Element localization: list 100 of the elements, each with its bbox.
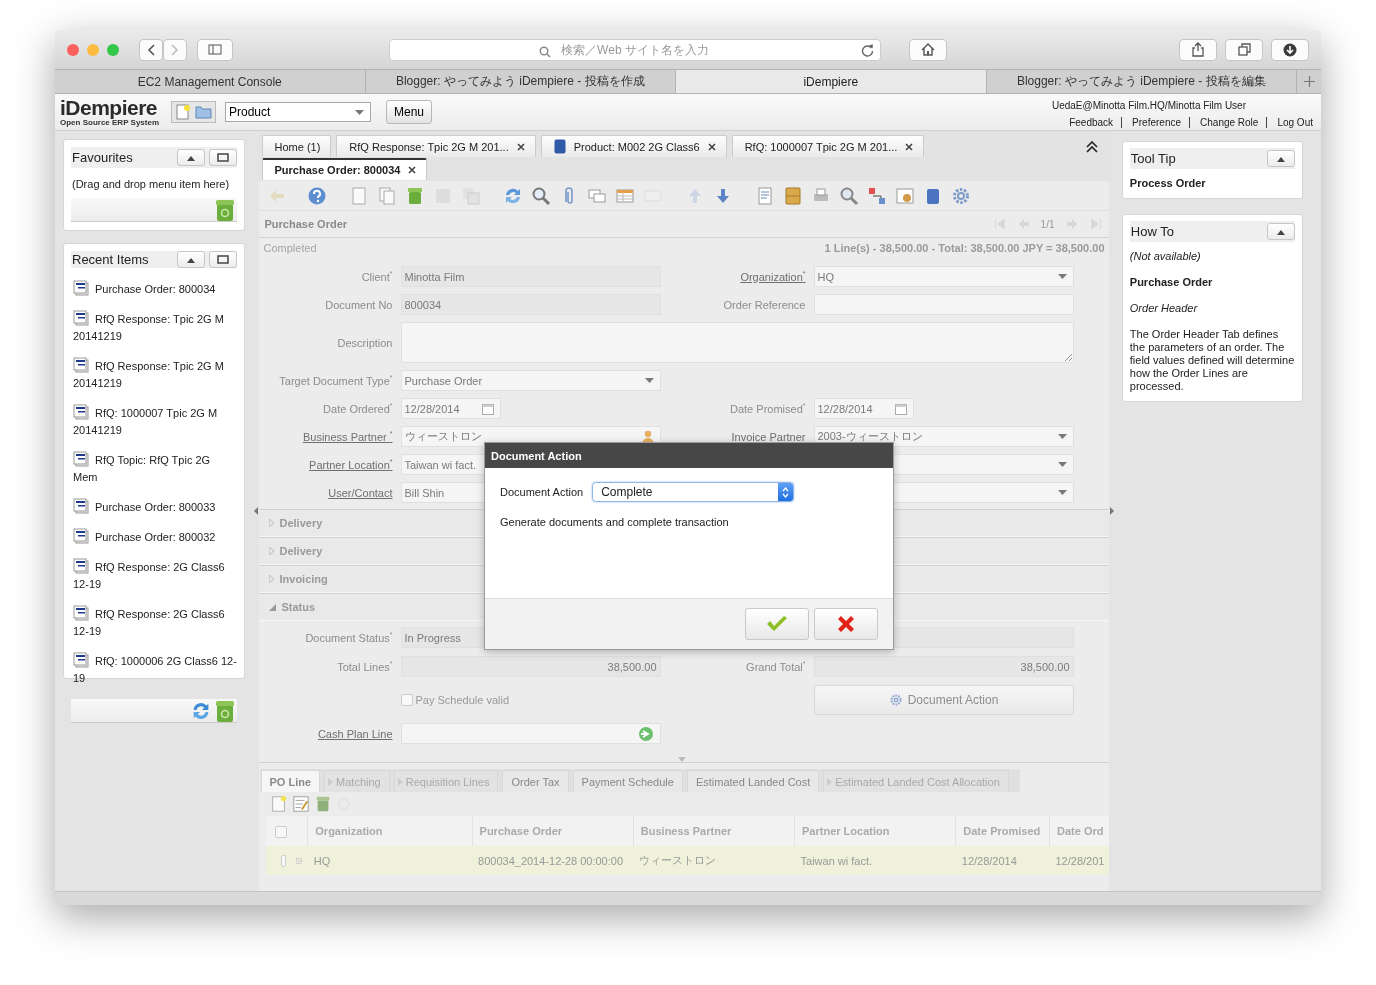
new-tab-icon[interactable] (1303, 76, 1315, 87)
detail-tab[interactable]: Order Tax (502, 770, 569, 792)
recent-item[interactable]: Purchase Order: 800034 (73, 280, 238, 298)
gear-icon[interactable] (950, 185, 971, 206)
sidebar-button[interactable] (197, 38, 233, 61)
window-tab[interactable]: RfQ Response: Tpic 2G M 201... (336, 135, 536, 157)
field-link[interactable]: User/Contact (328, 486, 393, 499)
reload-icon[interactable] (861, 43, 874, 57)
folder-icon[interactable] (195, 105, 212, 119)
edit-record-icon[interactable] (291, 795, 310, 813)
close-icon[interactable] (905, 142, 914, 151)
header-link[interactable]: Change Role (1189, 116, 1267, 128)
collapse-button[interactable] (177, 251, 206, 268)
download-button[interactable] (1271, 38, 1309, 61)
text-field[interactable]: 800034 (400, 294, 661, 315)
recent-item[interactable]: RfQ Topic: RfQ Tpic 2G Mem (73, 451, 238, 486)
collapse-button[interactable] (177, 149, 206, 166)
select-all-checkbox[interactable] (274, 825, 287, 838)
number-field[interactable]: 38,500.00 (813, 656, 1074, 677)
zoom-window-button[interactable] (107, 43, 119, 56)
field-label: Document No (325, 298, 393, 311)
select-field[interactable]: 2003-ウィーストロン (813, 426, 1074, 447)
zoom-across-icon[interactable] (838, 185, 859, 206)
select-field[interactable]: HQ (813, 266, 1074, 287)
tabs-button[interactable] (1225, 38, 1263, 61)
splitter-icon[interactable] (677, 757, 686, 762)
window-tab[interactable]: Purchase Order: 800034 (261, 158, 428, 180)
number-field[interactable]: 38,500.00 (400, 656, 661, 677)
collapse-button[interactable] (1267, 150, 1295, 167)
text-field[interactable]: Minotta Film (400, 266, 661, 287)
address-field[interactable]: 検索／Web サイト名を入力 (389, 38, 881, 61)
recent-item[interactable]: RfQ Response: 2G Class6 12-19 (73, 558, 238, 593)
recent-item[interactable]: RfQ: 1000006 2G Class6 12-19 (73, 652, 238, 687)
arrow-circle-icon[interactable] (637, 725, 654, 742)
minimize-window-button[interactable] (87, 43, 99, 56)
header-link[interactable]: Feedback (1059, 116, 1122, 128)
search-type-select[interactable]: Product (225, 102, 371, 122)
collapse-arrow-icon[interactable] (1109, 507, 1114, 515)
date-field[interactable]: 12/28/2014 (400, 398, 501, 419)
close-icon[interactable] (516, 142, 525, 151)
search-icon[interactable] (530, 185, 551, 206)
detail-tab[interactable]: Payment Schedule (572, 770, 683, 792)
header-link[interactable]: Log Out (1266, 116, 1321, 128)
window-tab[interactable]: RfQ: 1000007 Tpic 2G M 201... (731, 135, 925, 157)
save-new-icon[interactable] (460, 185, 481, 206)
row-checkbox[interactable] (280, 854, 287, 867)
close-icon (836, 614, 856, 634)
calendar-icon[interactable] (894, 402, 907, 415)
back-button[interactable] (139, 38, 163, 61)
collapse-all-icon[interactable] (1085, 141, 1098, 153)
document-action-button[interactable]: Document Action (813, 685, 1074, 715)
recent-item[interactable]: Purchase Order: 800032 (73, 528, 238, 546)
user-info: UedaE@Minotta Film.HQ/Minotta Film User (1051, 99, 1246, 111)
field-link[interactable]: Cash Plan Line (317, 727, 393, 740)
availability-note: (Not available) (1129, 250, 1201, 262)
forward-button[interactable] (163, 38, 187, 61)
close-window-button[interactable] (67, 43, 79, 56)
new-record-icon[interactable] (269, 795, 288, 813)
copy-icon[interactable] (376, 185, 397, 206)
field-label: Grand Total$^{*}$ (746, 660, 806, 673)
close-icon[interactable] (408, 166, 417, 174)
description-field[interactable] (400, 322, 1074, 363)
archive-icon[interactable] (782, 185, 803, 206)
select-field[interactable]: Purchase Order (400, 370, 661, 391)
browser-tab[interactable]: iDempiere (676, 70, 987, 93)
recent-item[interactable]: RfQ: 1000007 Tpic 2G M 20141219 (73, 404, 238, 439)
detail-tab[interactable]: PO Line (260, 770, 321, 792)
field-link[interactable]: Business Partner $^{*}$ (302, 430, 393, 443)
window-tab[interactable]: Home (1) (261, 135, 332, 157)
detail-tab[interactable]: Estimated Landed Cost (686, 770, 820, 792)
date-field[interactable]: 12/28/2014 (813, 398, 914, 419)
field-link[interactable]: Partner Location$^{*}$ (309, 458, 393, 471)
calendar-icon[interactable] (481, 402, 494, 415)
window-icon (73, 451, 89, 467)
document-action-select[interactable]: Complete (592, 482, 795, 502)
header-link[interactable]: Preference (1121, 116, 1190, 128)
maximize-button[interactable] (209, 149, 238, 166)
menu-button[interactable]: Menu (386, 100, 433, 124)
share-button[interactable] (1179, 38, 1217, 61)
window-tab[interactable]: Product: M002 2G Class6 (540, 135, 727, 157)
recent-item[interactable]: Purchase Order: 800033 (73, 498, 238, 516)
collapse-arrow-icon[interactable] (253, 507, 258, 515)
close-icon[interactable] (707, 142, 716, 151)
cancel-button[interactable] (814, 608, 878, 640)
collapse-icon (186, 256, 197, 263)
maximize-button[interactable] (209, 251, 238, 268)
recent-item[interactable]: RfQ Response: 2G Class6 12-19 (73, 605, 238, 640)
recent-item[interactable]: RfQ Response: Tpic 2G M 20141219 (73, 357, 238, 392)
new-document-icon[interactable] (175, 104, 191, 120)
request-icon[interactable] (894, 185, 915, 206)
collapse-button[interactable] (1267, 223, 1295, 240)
recent-item[interactable]: RfQ Response: Tpic 2G M 20141219 (73, 310, 238, 345)
checkbox[interactable] (400, 694, 413, 706)
lookup-field[interactable] (400, 723, 661, 744)
ok-button[interactable] (745, 608, 809, 640)
home-button[interactable] (909, 38, 947, 61)
workflow-icon[interactable] (866, 185, 887, 206)
field-link[interactable]: Organization$^{*}$ (740, 270, 806, 283)
field-link[interactable]: Invoice Partner (731, 430, 806, 443)
help-icon[interactable] (306, 185, 327, 206)
